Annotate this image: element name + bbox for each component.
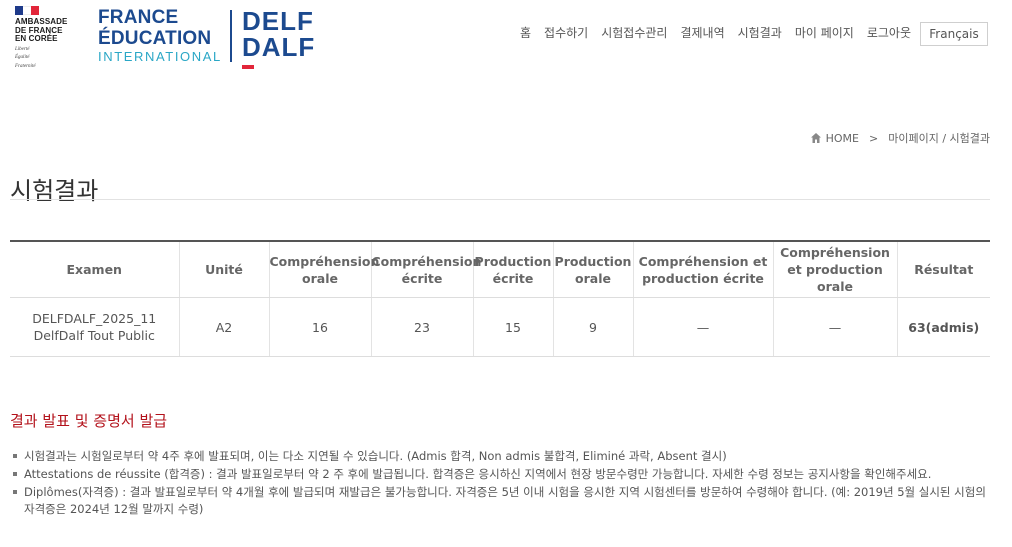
page-title: 시험결과 (10, 177, 99, 206)
cell-po: 9 (553, 297, 634, 357)
delf-text: DELF (242, 6, 314, 36)
logo-red-bar (242, 65, 254, 69)
cell-co: 16 (269, 297, 372, 357)
cell-pe: 15 (473, 297, 554, 357)
home-icon (810, 133, 821, 143)
fei-line-1: FRANCE (98, 7, 179, 28)
breadcrumb-path: 마이페이지 / 시험결과 (888, 132, 990, 145)
breadcrumb-separator: > (869, 131, 879, 145)
table-row: DELFDALF_2025_11 DelfDalf Tout Public A2… (10, 297, 990, 357)
main-nav: 홈 접수하기 시험접수관리 결제내역 시험결과 마이 페이지 로그아웃 (520, 24, 924, 41)
col-resultat: Résultat (897, 241, 990, 298)
fei-line-3: INTERNATIONAL (98, 49, 222, 64)
table-header-row: Examen Unité Compréhension orale Compréh… (10, 241, 990, 298)
motto-2: Égalité (15, 55, 30, 60)
col-comprehension-orale: Compréhension orale (269, 241, 379, 298)
fei-line-2: ÉDUCATION (98, 28, 212, 49)
breadcrumb-home[interactable]: HOME (826, 132, 859, 145)
language-button[interactable]: Français (920, 22, 988, 46)
col-comprehension-production-orale: Compréhension et production orale (773, 241, 898, 298)
col-production-orale: Production orale (553, 241, 634, 298)
ambassade-logo[interactable]: AMBASSADE DE FRANCE EN CORÉE Liberté Éga… (15, 6, 75, 69)
list-item: 시험결과는 시험일로부터 약 4주 후에 발표되며, 이는 다소 지연될 수 있… (12, 448, 992, 465)
nav-payment-history[interactable]: 결제내역 (680, 24, 724, 41)
list-item: Diplômes(자격증) : 결과 발표일로부터 약 4개월 후에 발급되며 … (12, 484, 992, 518)
notice-list: 시험결과는 시험일로부터 약 4주 후에 발표되며, 이는 다소 지연될 수 있… (12, 448, 992, 519)
nav-exam-results[interactable]: 시험결과 (738, 24, 782, 41)
cell-resultat: 63(admis) (897, 297, 990, 357)
nav-logout[interactable]: 로그아웃 (867, 24, 911, 41)
cell-cpe: — (633, 297, 774, 357)
cell-unite: A2 (179, 297, 270, 357)
delf-dalf-logo[interactable]: DELF DALF (242, 6, 316, 69)
notice-title: 결과 발표 및 증명서 발급 (10, 412, 168, 430)
col-comprehension-production-ecrite: Compréhension et production écrite (633, 241, 774, 298)
col-unite: Unité (179, 241, 270, 298)
col-examen: Examen (10, 241, 180, 298)
nav-home[interactable]: 홈 (520, 24, 531, 41)
title-divider (10, 199, 990, 200)
site-header: AMBASSADE DE FRANCE EN CORÉE Liberté Éga… (0, 0, 1012, 75)
nav-register[interactable]: 접수하기 (544, 24, 588, 41)
nav-my-page[interactable]: 마이 페이지 (795, 24, 854, 41)
motto-1: Liberté (15, 46, 30, 52)
ambassade-line-3: EN CORÉE (15, 34, 58, 43)
col-comprehension-ecrite: Compréhension écrite (371, 241, 481, 298)
list-item: Attestations de réussite (합격증) : 결과 발표일로… (12, 466, 992, 483)
col-production-ecrite: Production écrite (473, 241, 554, 298)
cell-cpo: — (773, 297, 898, 357)
logo-divider (230, 10, 232, 62)
results-table: Examen Unité Compréhension orale Compréh… (10, 240, 990, 357)
france-education-logo[interactable]: FRANCE ÉDUCATION INTERNATIONAL (98, 7, 222, 65)
motto-3: Fraternité (15, 63, 36, 69)
exam-name: DELFDALF_2025_11 (32, 311, 157, 326)
dalf-text: DALF (242, 32, 316, 62)
exam-type: DelfDalf Tout Public (33, 328, 155, 343)
cell-examen: DELFDALF_2025_11 DelfDalf Tout Public (10, 297, 180, 357)
french-flag-icon (15, 6, 39, 15)
nav-registration-manage[interactable]: 시험접수관리 (601, 24, 667, 41)
cell-ce: 23 (371, 297, 474, 357)
breadcrumb: HOME > 마이페이지 / 시험결과 (810, 130, 990, 146)
